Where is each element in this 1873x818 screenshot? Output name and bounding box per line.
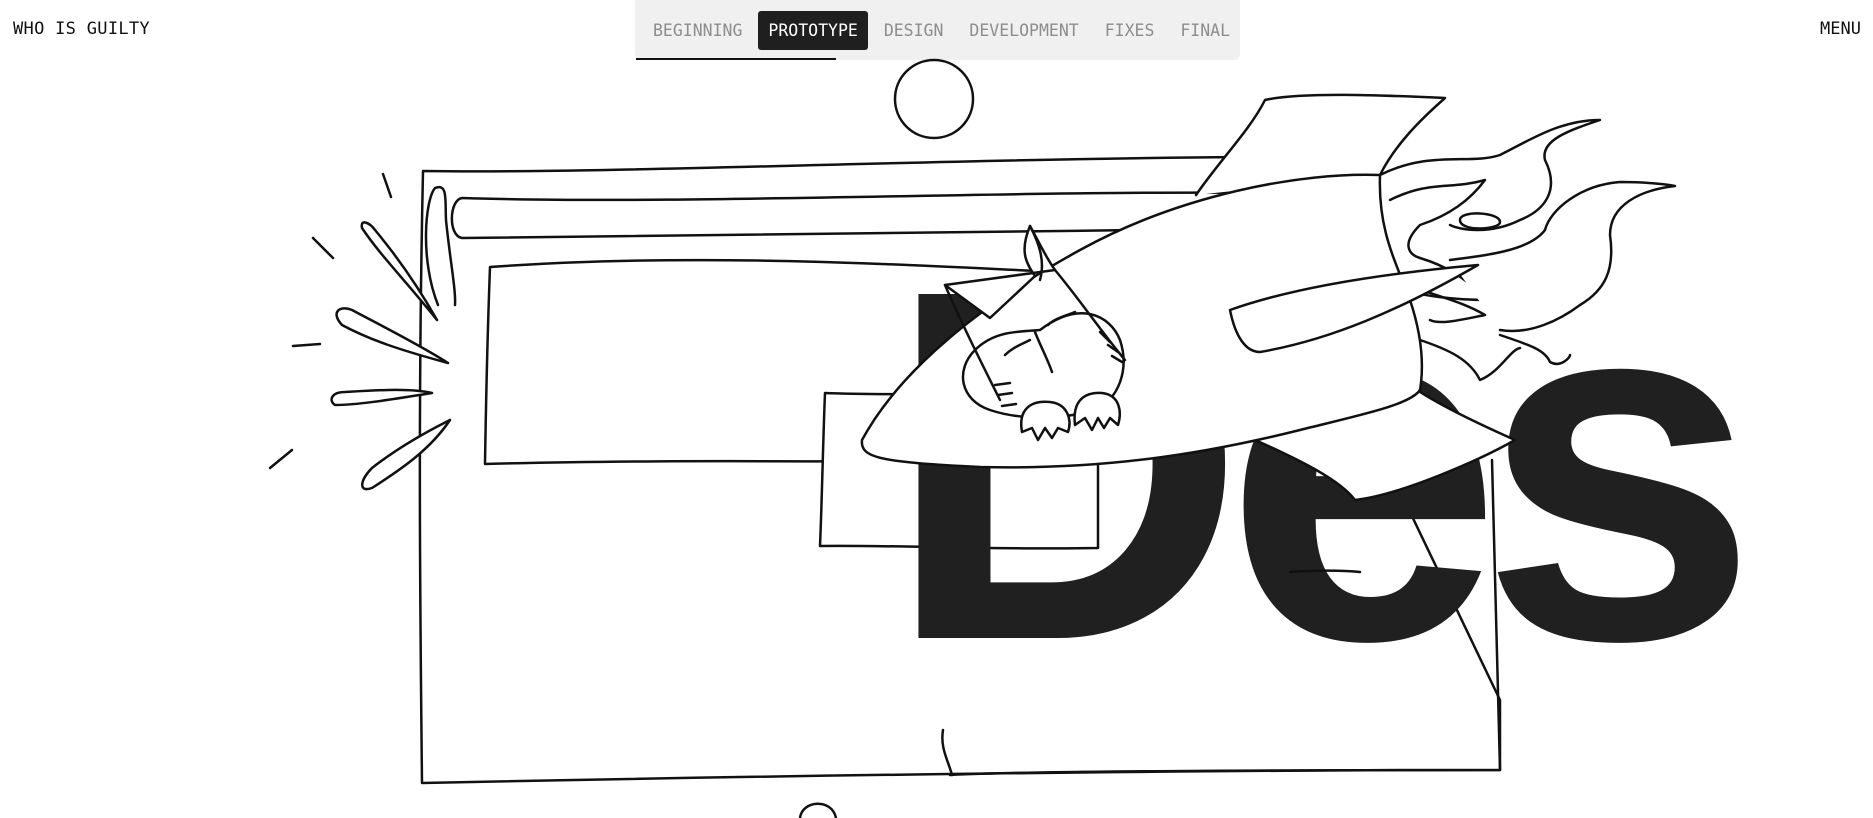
doodle-illustration xyxy=(268,58,1677,818)
burst-stroke xyxy=(268,448,294,470)
bottom-circle-doodle xyxy=(798,802,838,818)
burst-stroke xyxy=(291,342,322,348)
burst-petal xyxy=(330,388,434,407)
burst-petal xyxy=(361,418,452,491)
circle-doodle xyxy=(893,58,975,140)
burst-petal xyxy=(335,307,450,365)
burst-stroke xyxy=(311,236,335,260)
burst-stroke xyxy=(381,172,393,199)
burst-petal xyxy=(424,185,457,307)
